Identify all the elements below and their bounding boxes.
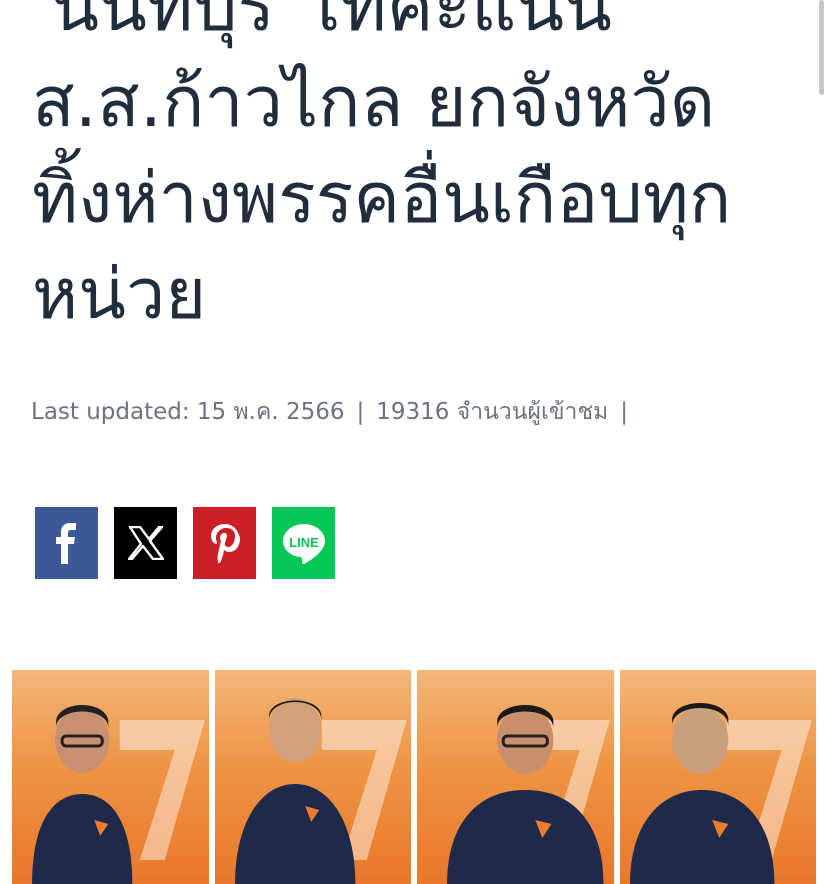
person-image bbox=[32, 705, 133, 884]
scrollbar[interactable] bbox=[819, 0, 824, 95]
photo-panel bbox=[417, 670, 614, 884]
share-bar: LINE bbox=[35, 507, 335, 579]
headline-line: หน่วย bbox=[32, 253, 207, 335]
view-count: 19316 จำนวนผู้เข้าชม bbox=[376, 399, 609, 425]
photo-panel bbox=[12, 670, 209, 884]
share-x-button[interactable] bbox=[114, 507, 177, 579]
photo-panel bbox=[619, 670, 816, 884]
meta-separator: | bbox=[356, 399, 365, 425]
person-image bbox=[447, 705, 604, 884]
last-updated: Last updated: 15 พ.ค. 2566 bbox=[31, 399, 345, 425]
article-page: 'นนทบุรี' เทคะแนน ส.ส.ก้าวไกล ยกจังหวัด … bbox=[0, 0, 828, 884]
article-headline: 'นนทบุรี' เทคะแนน ส.ส.ก้าวไกล ยกจังหวัด … bbox=[32, 0, 812, 342]
share-pinterest-button[interactable] bbox=[193, 507, 256, 579]
headline-line: 'นนทบุรี' เทคะแนน bbox=[32, 0, 612, 47]
pinterest-icon bbox=[210, 524, 240, 563]
headline-line: ทิ้งห่างพรรคอื่นเกือบทุก bbox=[32, 157, 732, 239]
x-icon bbox=[127, 526, 164, 560]
article-photo bbox=[12, 670, 816, 884]
person-image bbox=[234, 698, 355, 884]
headline-line: ส.ส.ก้าวไกล ยกจังหวัด bbox=[32, 61, 716, 143]
article-meta: Last updated: 15 พ.ค. 2566 | 19316 จำนวนผู… bbox=[31, 397, 640, 427]
share-line-button[interactable]: LINE bbox=[272, 507, 335, 579]
line-icon: LINE bbox=[282, 524, 325, 564]
photo-panel bbox=[214, 670, 411, 884]
share-facebook-button[interactable] bbox=[35, 507, 98, 579]
person-image bbox=[629, 703, 774, 884]
line-icon-label: LINE bbox=[289, 535, 319, 550]
facebook-icon bbox=[55, 523, 76, 564]
meta-separator: | bbox=[620, 399, 628, 425]
